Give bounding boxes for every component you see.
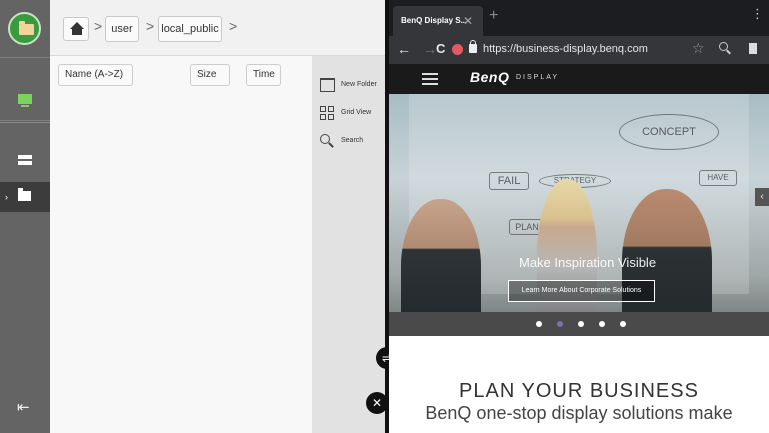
tab-bar: BenQ Display S... ✕ + ⋮: [389, 0, 769, 36]
chevron-right-icon: ›: [5, 192, 8, 202]
plan-heading: PLAN YOUR BUSINESS: [459, 380, 699, 402]
folder-icon: [320, 78, 335, 92]
home-icon[interactable]: [63, 17, 89, 41]
carousel-dot[interactable]: [620, 321, 626, 327]
doodle-have: HAVE: [699, 170, 737, 186]
rail-divider: [0, 120, 50, 121]
search-icon: [320, 134, 335, 148]
new-folder-label: New Folder: [341, 81, 377, 88]
exit-icon[interactable]: ⇤: [17, 398, 30, 416]
bookmarks-icon[interactable]: [749, 43, 757, 54]
breadcrumb-separator-icon: >: [229, 18, 238, 34]
carousel-indicators: [389, 312, 769, 336]
new-folder-button[interactable]: New Folder: [320, 76, 382, 98]
browser-window: BenQ Display S... ✕ + ⋮ ← → C https://bu…: [389, 0, 769, 433]
site-shield-icon[interactable]: [452, 44, 463, 55]
carousel-dot[interactable]: [599, 321, 605, 327]
search-icon[interactable]: [719, 42, 731, 56]
browser-tab[interactable]: BenQ Display S... ✕: [393, 6, 483, 36]
search-label: Search: [341, 137, 364, 144]
column-header-size[interactable]: Size: [190, 64, 230, 86]
lock-icon: [469, 40, 477, 53]
doodle-fail: FAIL: [489, 172, 529, 190]
close-left-pane-icon[interactable]: ✕: [366, 392, 388, 414]
display-icon[interactable]: [18, 94, 32, 107]
column-header-time[interactable]: Time: [246, 64, 281, 86]
bookmark-star-icon[interactable]: ☆: [692, 40, 705, 57]
search-button[interactable]: Search: [320, 132, 382, 154]
tab-title: BenQ Display S...: [401, 16, 468, 25]
new-tab-icon[interactable]: +: [489, 7, 498, 25]
rail-divider: [0, 57, 50, 58]
file-manager-app-icon[interactable]: [8, 12, 41, 45]
file-manager: > user > local_public > Name (A->Z) Size…: [50, 0, 385, 433]
file-list: Name (A->Z) Size Time: [50, 56, 312, 433]
hamburger-menu-icon[interactable]: [422, 73, 438, 88]
site-header: BenQ DISPLAY: [389, 64, 769, 94]
hero-banner: CONCEPT FAIL STRATEGY PLAN HAVE Make Ins…: [389, 94, 769, 336]
grid-view-label: Grid View: [341, 109, 372, 116]
carousel-dot[interactable]: [578, 321, 584, 327]
grid-view-button[interactable]: Grid View: [320, 104, 382, 126]
address-bar: ← → C https://business-display.benq.com …: [389, 36, 769, 64]
chevron-left-icon[interactable]: ‹: [755, 188, 769, 206]
storage-icon[interactable]: [18, 155, 32, 171]
nav-rail: › ⇤: [0, 0, 50, 433]
brand-subtitle: DISPLAY: [516, 74, 560, 81]
breadcrumb-bar: > user > local_public >: [50, 0, 385, 56]
more-menu-icon[interactable]: ⋮: [751, 6, 764, 22]
tool-panel: New Folder Grid View Search: [312, 56, 385, 433]
folder-icon: [18, 188, 31, 201]
rail-divider: [0, 122, 50, 123]
reload-icon[interactable]: C: [436, 41, 445, 56]
forward-arrow-icon[interactable]: →: [423, 41, 437, 57]
doodle-concept: CONCEPT: [619, 114, 719, 150]
hero-tagline: Make Inspiration Visible: [519, 255, 657, 270]
close-tab-icon[interactable]: ✕: [463, 6, 473, 36]
column-header-name[interactable]: Name (A->Z): [58, 64, 133, 86]
breadcrumb-user[interactable]: user: [105, 16, 139, 42]
back-arrow-icon[interactable]: ←: [397, 41, 411, 57]
breadcrumb-separator-icon: >: [146, 18, 155, 34]
brand-logo[interactable]: BenQ: [470, 69, 509, 85]
carousel-dot-active[interactable]: [557, 321, 563, 327]
breadcrumb-separator-icon: >: [94, 18, 103, 34]
carousel-dot[interactable]: [536, 321, 542, 327]
grid-icon: [320, 106, 335, 120]
screen: › ⇤ > user > local_public > Name (A->Z) …: [0, 0, 769, 433]
learn-more-button[interactable]: Learn More About Corporate Solutions: [508, 280, 655, 302]
breadcrumb-local-public[interactable]: local_public: [158, 16, 222, 42]
plan-subheading: BenQ one-stop display solutions make: [425, 403, 733, 423]
url-field[interactable]: https://business-display.benq.com: [483, 43, 648, 55]
